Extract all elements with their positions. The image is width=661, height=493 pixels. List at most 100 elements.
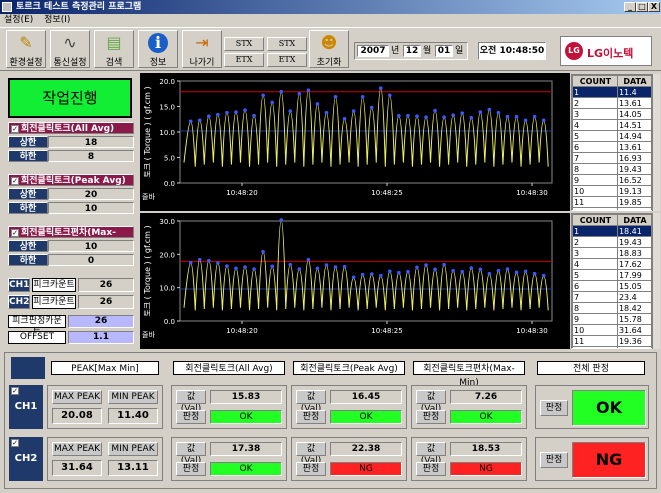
x-tick-label: 10:48:25 <box>371 327 402 335</box>
search-button[interactable]: ▤ 검색 <box>94 30 134 68</box>
peak-marker <box>225 110 229 115</box>
peak-marker <box>306 88 311 92</box>
table-row[interactable]: 8 19.43 <box>572 163 652 175</box>
chart-ch1: 20.0 15.0 10.0 5.0 0.0 토크 ( Torque ) ( gf.cm … <box>140 73 570 211</box>
table-row[interactable]: 9 16.52 <box>572 174 652 186</box>
table-row[interactable]: 9 15.78 <box>572 313 652 325</box>
chart-ch2: 30.0 20.0 10.0 0.0 토크 ( Torque ) ( gf.cm ) 줄바… <box>140 213 570 349</box>
table-row[interactable]: 1215.99 <box>572 207 652 210</box>
ch1-row-label: ✓ CH1 <box>9 385 43 429</box>
peak-marker <box>333 265 338 269</box>
ch2-row-label: ✓ CH2 <box>9 437 43 481</box>
table-row[interactable]: 1 11.4 <box>572 86 652 98</box>
table-row[interactable]: 2 19.43 <box>572 236 652 248</box>
scroll-label: 줄바 <box>142 192 155 201</box>
ch2-total-judge: NG <box>572 442 646 478</box>
all-avg-lower-value[interactable]: 8 <box>48 150 134 162</box>
count-cell: 8 <box>572 163 618 175</box>
group-all-avg-checkbox[interactable]: ✓ <box>11 124 19 133</box>
ch1-checkbox[interactable]: ✓ <box>11 387 19 395</box>
data-cell: 13.61 <box>616 141 652 153</box>
offset-value[interactable]: 1.1 <box>68 331 134 344</box>
lg-innotek-logo: LG LG이노텍 <box>560 36 652 66</box>
group-deviation-checkbox[interactable]: ✓ <box>11 228 19 237</box>
day-field[interactable]: 01 <box>435 45 453 57</box>
table-row[interactable]: 1216.04 <box>572 346 652 348</box>
settings-button[interactable]: ✎ 환경설정 <box>6 30 46 68</box>
table-row[interactable]: 5 17.99 <box>572 269 652 281</box>
group-deviation-title[interactable]: ✓회전클릭토크편차(Max-Min) <box>8 226 134 250</box>
table-row[interactable]: 1 18.41 <box>572 225 652 237</box>
y-tick-label: 15.0 <box>159 104 175 112</box>
etx-button-1[interactable]: ETX <box>224 53 264 67</box>
count-cell: 10 <box>572 185 618 197</box>
group-peak-avg-checkbox[interactable]: ✓ <box>11 176 19 185</box>
menu-info[interactable]: 정보(I) <box>44 15 70 25</box>
comm-settings-button[interactable]: ∿ 통신설정 <box>50 30 90 68</box>
ch1-peak-avg-value: 16.45 <box>330 390 402 404</box>
table-row[interactable]: 4 14.51 <box>572 119 652 131</box>
data-table-ch2[interactable]: COUNT DATA 1 18.41 2 19.43 3 18.83 4 17.62 5 17.99 6… <box>571 213 653 349</box>
data-table-ch1[interactable]: COUNT DATA 1 11.4 2 13.61 3 14.05 4 14.51 5 14.94 6 1… <box>571 74 653 211</box>
peak-marker <box>252 113 256 118</box>
deviation-upper-value[interactable]: 10 <box>48 240 134 252</box>
table-row[interactable]: 7 23.4 <box>572 291 652 303</box>
group-peak-avg-title[interactable]: ✓ 회전클릭토크(Peak Avg) <box>8 174 134 186</box>
ch1-total-judge: OK <box>572 390 646 426</box>
all-avg-upper-value[interactable]: 18 <box>48 136 134 148</box>
peak-marker <box>243 265 247 269</box>
header-all-avg: 회전클릭토크(All Avg) <box>173 361 285 375</box>
table-row[interactable]: 2 13.61 <box>572 97 652 109</box>
table-row[interactable]: 6 13.61 <box>572 141 652 153</box>
ch2-checkbox[interactable]: ✓ <box>11 439 19 447</box>
reset-button[interactable]: ☻ 초기화 <box>309 30 349 68</box>
stx-button-2[interactable]: STX <box>267 37 307 51</box>
close-button[interactable]: X <box>648 2 660 12</box>
etx-button-2[interactable]: ETX <box>267 53 307 67</box>
peak-marker <box>243 108 247 112</box>
peak-marker <box>496 268 501 273</box>
peak-marker <box>288 262 293 267</box>
count-cell: 7 <box>572 291 618 303</box>
table-row[interactable]: 3 18.83 <box>572 247 652 259</box>
table2-scrollbar[interactable] <box>652 213 660 349</box>
cable-icon: ∿ <box>63 33 77 52</box>
table-row[interactable]: 4 17.62 <box>572 258 652 270</box>
info-button[interactable]: ℹ 정보 <box>138 30 178 68</box>
peak-marker <box>451 113 455 117</box>
count-cell: 4 <box>572 258 618 270</box>
count-cell: 4 <box>572 119 618 131</box>
table-row[interactable]: 10 19.13 <box>572 185 652 197</box>
table-row[interactable]: 3 14.05 <box>572 108 652 120</box>
peak-avg-upper-value[interactable]: 20 <box>48 188 134 200</box>
peak-avg-lower-value[interactable]: 10 <box>48 202 134 214</box>
peak-marker <box>397 270 401 275</box>
table-row[interactable]: 11 19.85 <box>572 196 652 208</box>
peak-judge-count[interactable]: 26 <box>68 315 134 328</box>
deviation-lower-value[interactable]: 0 <box>48 254 134 266</box>
table-row[interactable]: 7 16.93 <box>572 152 652 164</box>
table1-scrollbar[interactable] <box>652 74 660 211</box>
data-cell: 15.99 <box>616 207 652 210</box>
table-row[interactable]: 11 19.36 <box>572 335 652 347</box>
table-row[interactable]: 10 31.64 <box>572 324 652 336</box>
exit-button[interactable]: ⇥ 나가기 <box>182 30 222 68</box>
table-row[interactable]: 6 15.05 <box>572 280 652 292</box>
x-tick-label: 10:48:20 <box>226 189 257 197</box>
peak-marker <box>406 269 410 274</box>
left-panel: 작업진행 ✓ 회전클릭토크(All Avg) 상한 18 하한 8 ✓ 회전클릭토크(P… <box>4 74 138 348</box>
count-cell: 1 <box>572 86 618 98</box>
minimize-button[interactable]: _ <box>624 2 636 12</box>
group-all-avg-title[interactable]: ✓ 회전클릭토크(All Avg) <box>8 122 134 134</box>
month-field[interactable]: 12 <box>403 45 421 57</box>
ch1-all-avg-value: 15.83 <box>210 390 282 404</box>
y-tick-label: 20.0 <box>159 78 175 86</box>
menu-settings[interactable]: 설정(E) <box>4 15 33 25</box>
table-row[interactable]: 8 18.42 <box>572 302 652 314</box>
table-row[interactable]: 5 14.94 <box>572 130 652 142</box>
ch1-all-avg-judge: OK <box>210 410 282 424</box>
stx-button-1[interactable]: STX <box>224 37 264 51</box>
year-field[interactable]: 2007 <box>357 45 389 57</box>
data-cell: 19.43 <box>616 163 652 175</box>
maximize-button[interactable]: □ <box>636 2 648 12</box>
